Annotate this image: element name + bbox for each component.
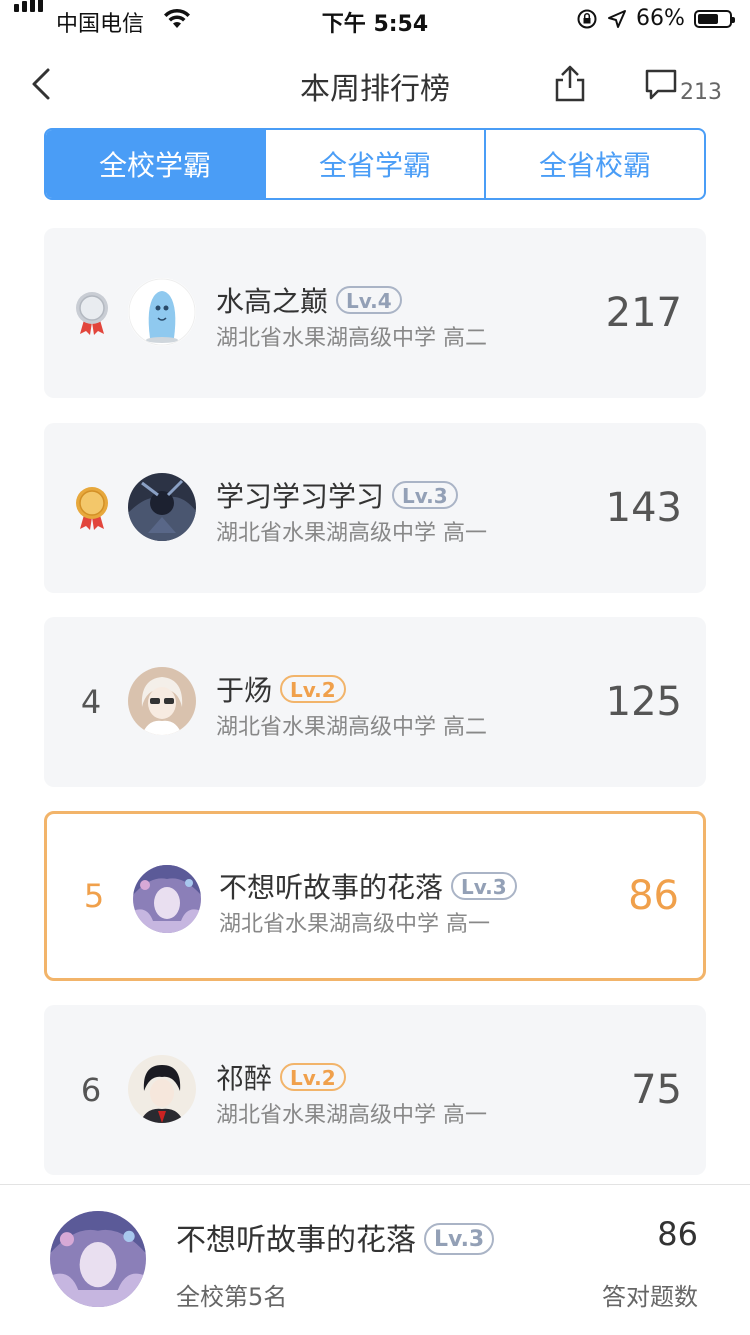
avatar bbox=[128, 278, 196, 346]
comment-icon[interactable] bbox=[644, 68, 678, 102]
user-name: 水高之巅 Lv.4 bbox=[216, 280, 402, 320]
my-name: 不想听故事的花落 Lv.3 bbox=[176, 1215, 495, 1259]
rank-card-6[interactable]: 6 祁醉 Lv.2 湖北省水果湖高级中学 高一 75 bbox=[44, 1005, 706, 1175]
score-value: 125 bbox=[605, 679, 682, 725]
my-rank-bar: 不想听故事的花落 Lv.3 全校第5名 86 答对题数 bbox=[0, 1184, 750, 1335]
rank-card-3[interactable]: 学习学习学习 Lv.3 湖北省水果湖高级中学 高一 143 bbox=[44, 423, 706, 593]
rank-number: 6 bbox=[80, 1071, 102, 1109]
my-score: 86 bbox=[657, 1215, 698, 1253]
rank-number: 5 bbox=[83, 877, 105, 915]
my-avatar[interactable] bbox=[50, 1211, 146, 1307]
score-value: 75 bbox=[631, 1067, 682, 1113]
user-name: 于炀 Lv.2 bbox=[216, 669, 346, 709]
bronze-medal-icon bbox=[76, 487, 108, 530]
user-name: 不想听故事的花落 Lv.3 bbox=[219, 866, 517, 906]
user-name: 学习学习学习 Lv.3 bbox=[216, 475, 458, 515]
location-icon bbox=[608, 10, 626, 28]
level-badge: Lv.3 bbox=[451, 872, 517, 900]
rank-card-current-user[interactable]: 5 不想听故事的花落 Lv.3 湖北省水果湖高级中学 高一 86 bbox=[44, 811, 706, 981]
school-info: 湖北省水果湖高级中学 高一 bbox=[216, 1103, 487, 1128]
score-value: 143 bbox=[605, 485, 682, 531]
page-title: 本周排行榜 bbox=[300, 72, 450, 107]
avatar bbox=[128, 1055, 196, 1123]
avatar bbox=[133, 865, 201, 933]
tab-school-top[interactable]: 全校学霸 bbox=[46, 130, 264, 198]
school-info: 湖北省水果湖高级中学 高一 bbox=[219, 912, 490, 937]
nav-bar: 本周排行榜 213 bbox=[0, 40, 750, 128]
rank-number: 4 bbox=[80, 683, 102, 721]
status-bar: 中国电信 下午 5:54 66% bbox=[0, 0, 750, 40]
battery-icon bbox=[694, 10, 735, 28]
level-badge: Lv.3 bbox=[392, 481, 458, 509]
school-info: 湖北省水果湖高级中学 高二 bbox=[216, 326, 487, 351]
battery-percentage: 66% bbox=[636, 6, 685, 31]
level-badge: Lv.2 bbox=[280, 675, 346, 703]
my-rank-text: 全校第5名 bbox=[176, 1283, 288, 1311]
level-badge: Lv.4 bbox=[336, 286, 402, 314]
score-value: 217 bbox=[605, 290, 682, 336]
orientation-lock-icon bbox=[577, 9, 597, 29]
user-name: 祁醉 Lv.2 bbox=[216, 1057, 346, 1097]
score-value: 86 bbox=[628, 873, 679, 919]
silver-medal-icon bbox=[76, 292, 108, 335]
rank-card-4[interactable]: 4 于炀 Lv.2 湖北省水果湖高级中学 高二 125 bbox=[44, 617, 706, 787]
tab-province-top[interactable]: 全省学霸 bbox=[264, 130, 484, 198]
my-level-badge: Lv.3 bbox=[424, 1223, 495, 1255]
school-info: 湖北省水果湖高级中学 高二 bbox=[216, 715, 487, 740]
share-icon[interactable] bbox=[552, 64, 588, 104]
school-info: 湖北省水果湖高级中学 高一 bbox=[216, 521, 487, 546]
tab-province-school[interactable]: 全省校霸 bbox=[484, 130, 704, 198]
comment-count: 213 bbox=[680, 80, 722, 105]
avatar bbox=[128, 667, 196, 735]
rank-card-2[interactable]: 水高之巅 Lv.4 湖北省水果湖高级中学 高二 217 bbox=[44, 228, 706, 398]
my-score-label: 答对题数 bbox=[602, 1283, 698, 1311]
level-badge: Lv.2 bbox=[280, 1063, 346, 1091]
avatar bbox=[128, 473, 196, 541]
ranking-tabs: 全校学霸 全省学霸 全省校霸 bbox=[44, 128, 706, 200]
